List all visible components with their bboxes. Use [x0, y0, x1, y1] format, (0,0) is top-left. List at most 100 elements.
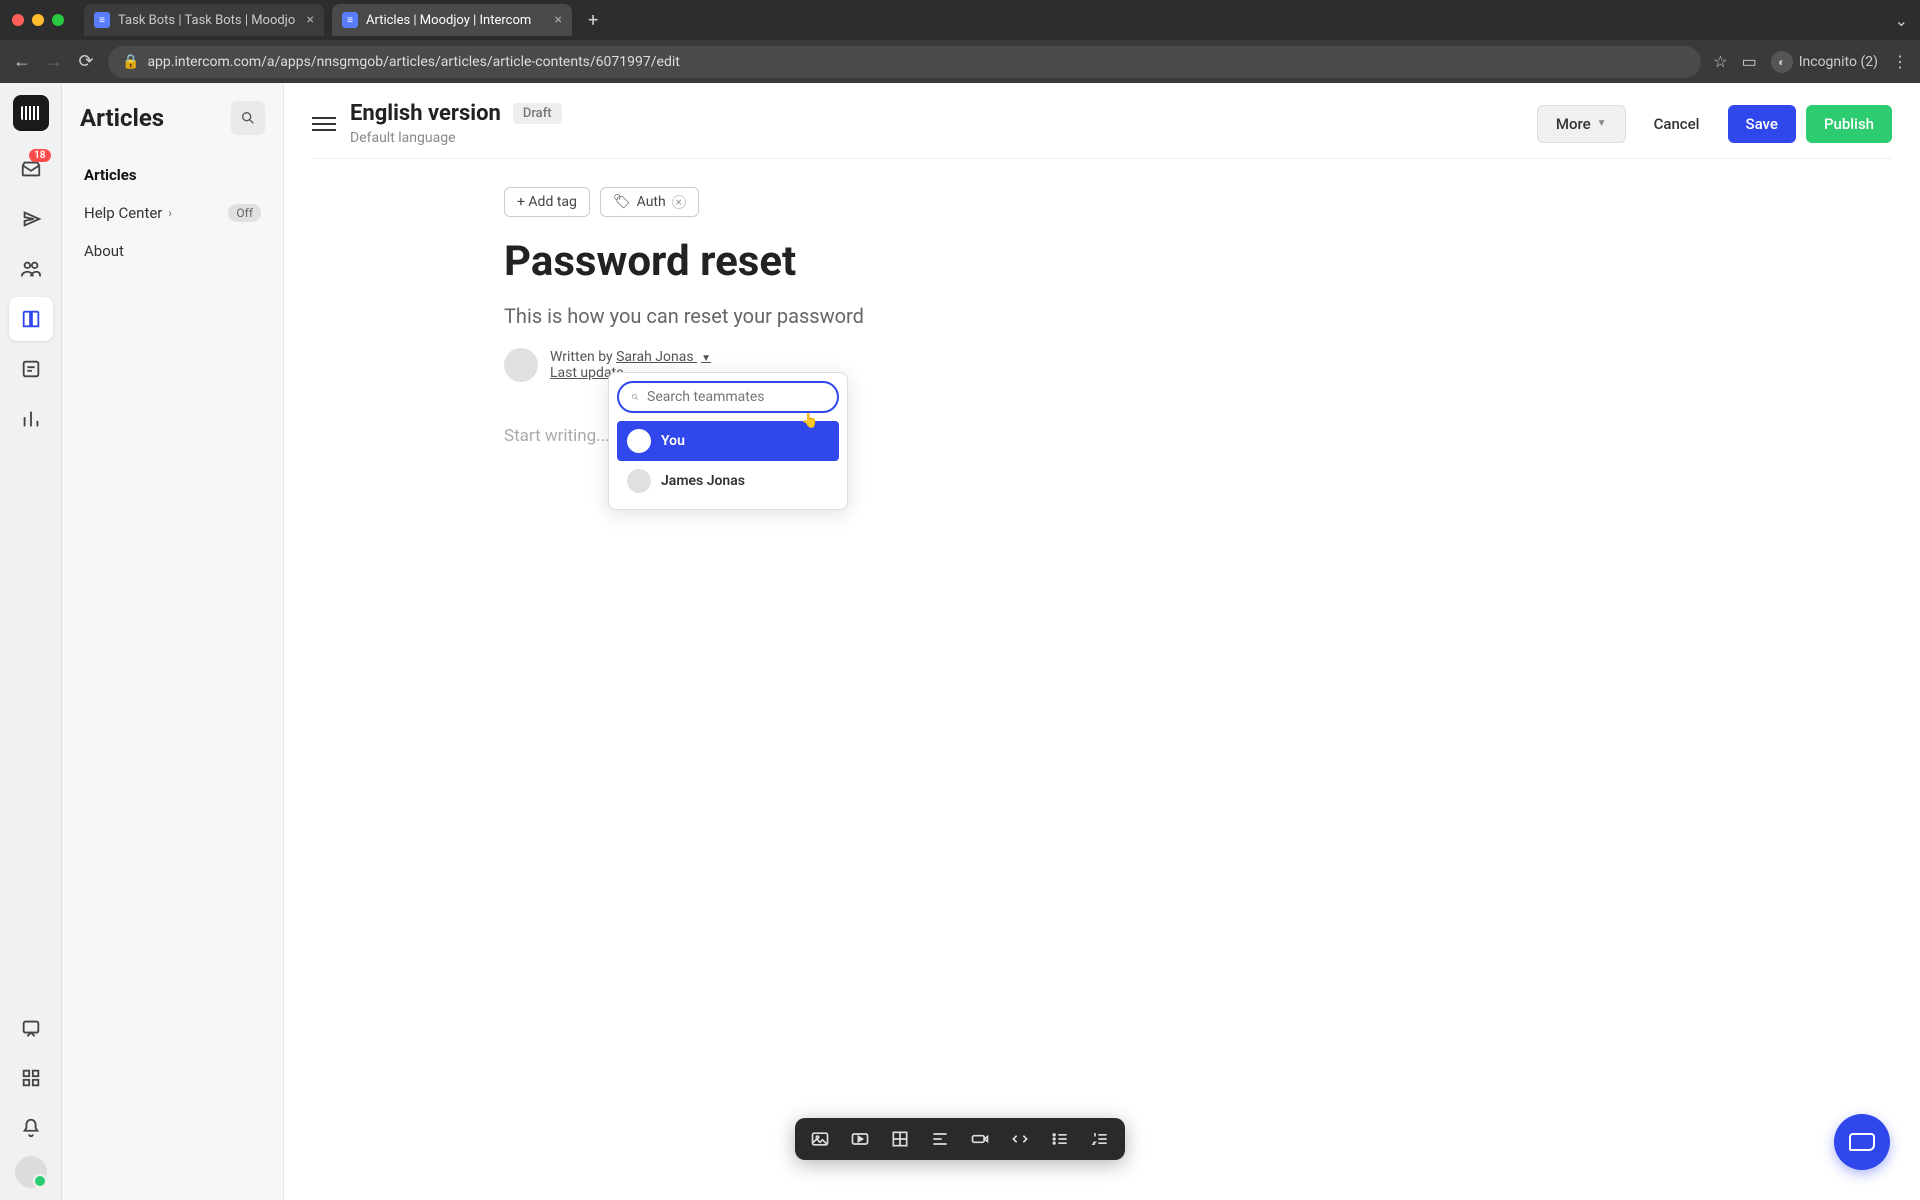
- browser-tab-1[interactable]: ≡ Task Bots | Task Bots | Moodjo ×: [84, 4, 324, 36]
- apps-nav[interactable]: [9, 1056, 53, 1100]
- tab-title: Task Bots | Task Bots | Moodjo: [118, 13, 295, 28]
- editor-subtitle: Default language: [350, 130, 562, 146]
- author-avatar: [504, 348, 538, 382]
- add-tag-button[interactable]: + Add tag: [504, 187, 590, 217]
- publish-button[interactable]: Publish: [1806, 105, 1892, 143]
- lock-icon: 🔒: [122, 54, 139, 70]
- window-minimize-icon[interactable]: [32, 14, 44, 26]
- teammate-search-input[interactable]: [647, 389, 825, 405]
- bookmark-icon[interactable]: ☆: [1713, 52, 1727, 71]
- icon-rail: 18: [0, 83, 62, 1200]
- tag-icon: 🏷: [613, 194, 631, 210]
- chevron-right-icon: ›: [168, 206, 172, 220]
- align-insert-icon[interactable]: [929, 1128, 951, 1150]
- window-maximize-icon[interactable]: [52, 14, 64, 26]
- user-avatar[interactable]: [15, 1156, 47, 1188]
- author-name: Sarah Jonas: [616, 349, 693, 365]
- teammate-search-field[interactable]: [617, 381, 839, 413]
- video-insert-icon[interactable]: [849, 1128, 871, 1150]
- outbound-nav[interactable]: [9, 197, 53, 241]
- toggle-sidebar-button[interactable]: [312, 117, 336, 131]
- numbered-list-icon[interactable]: [1089, 1128, 1111, 1150]
- contacts-nav[interactable]: [9, 247, 53, 291]
- teammate-name: You: [661, 433, 685, 449]
- window-close-icon[interactable]: [12, 14, 24, 26]
- browser-tab-2[interactable]: ≡ Articles | Moodjoy | Intercom ×: [332, 4, 572, 36]
- sidebar-title: Articles: [80, 104, 164, 132]
- author-picker[interactable]: Sarah Jonas ▼: [616, 349, 711, 365]
- reports-nav[interactable]: [9, 397, 53, 441]
- editor-toolbar: [795, 1118, 1125, 1160]
- cursor-icon: 👆: [801, 413, 818, 429]
- incognito-label: Incognito (2): [1799, 54, 1878, 70]
- url-field[interactable]: 🔒 app.intercom.com/a/apps/nnsgmgob/artic…: [108, 46, 1701, 78]
- sidebar: Articles Articles Help Center › Off Abou…: [62, 83, 284, 1200]
- teammate-option-you[interactable]: You 👆: [617, 421, 839, 461]
- tab-favicon-icon: ≡: [342, 12, 358, 28]
- browser-url-bar: ← → ⟳ 🔒 app.intercom.com/a/apps/nnsgmgob…: [0, 40, 1920, 83]
- browser-tab-bar: ≡ Task Bots | Task Bots | Moodjo × ≡ Art…: [0, 0, 1920, 40]
- author-row: Written by Sarah Jonas ▼ Last update: [504, 348, 1920, 382]
- extensions-icon[interactable]: ▭: [1742, 52, 1757, 71]
- messenger-nav[interactable]: [9, 1006, 53, 1050]
- editor-header: English version Draft Default language M…: [284, 83, 1920, 158]
- close-icon[interactable]: ×: [307, 12, 314, 28]
- forward-button[interactable]: →: [44, 51, 64, 72]
- button-label: More: [1556, 115, 1591, 133]
- articles-nav[interactable]: [9, 297, 53, 341]
- table-insert-icon[interactable]: [889, 1128, 911, 1150]
- main-content: English version Draft Default language M…: [284, 83, 1920, 1200]
- search-icon: [240, 110, 256, 126]
- sidebar-item-label: Help Center: [84, 204, 162, 222]
- back-button[interactable]: ←: [12, 51, 32, 72]
- browser-menu-icon[interactable]: ⋮: [1892, 52, 1908, 71]
- tab-favicon-icon: ≡: [94, 12, 110, 28]
- article-description-input[interactable]: This is how you can reset your password: [504, 304, 1920, 328]
- search-button[interactable]: [231, 101, 265, 135]
- app-logo[interactable]: [13, 95, 49, 131]
- teammate-name: James Jonas: [661, 473, 745, 489]
- save-button[interactable]: Save: [1728, 105, 1796, 143]
- bullet-list-icon[interactable]: [1049, 1128, 1071, 1150]
- sidebar-item-articles[interactable]: Articles: [74, 157, 271, 193]
- teammate-option-james[interactable]: James Jonas: [617, 461, 839, 501]
- window-controls: [12, 14, 64, 26]
- tag-label: Auth: [637, 194, 666, 210]
- remove-tag-icon[interactable]: ×: [672, 195, 686, 209]
- caret-down-icon: ▼: [1597, 118, 1607, 129]
- article-title-input[interactable]: Password reset: [504, 237, 1920, 286]
- incognito-icon: ◐: [1771, 51, 1793, 73]
- button-insert-icon[interactable]: [969, 1128, 991, 1150]
- sidebar-item-about[interactable]: About: [74, 233, 271, 269]
- status-badge: Off: [228, 204, 261, 222]
- inbox-nav[interactable]: 18: [9, 147, 53, 191]
- caret-down-icon: ▼: [701, 353, 711, 364]
- editor-title: English version: [350, 101, 501, 126]
- cancel-button[interactable]: Cancel: [1636, 105, 1718, 143]
- inbox-badge: 18: [29, 149, 50, 162]
- new-tab-button[interactable]: +: [580, 10, 606, 31]
- author-prefix: Written by: [550, 349, 616, 365]
- url-text: app.intercom.com/a/apps/nnsgmgob/article…: [147, 54, 679, 70]
- avatar-icon: [627, 429, 651, 453]
- sidebar-item-label: Articles: [84, 166, 137, 184]
- intercom-launcher[interactable]: [1834, 1114, 1890, 1170]
- browser-chrome: ≡ Task Bots | Task Bots | Moodjo × ≡ Art…: [0, 0, 1920, 83]
- teammate-dropdown: You 👆 James Jonas: [608, 372, 848, 510]
- code-insert-icon[interactable]: [1009, 1128, 1031, 1150]
- operators-nav[interactable]: [9, 347, 53, 391]
- incognito-indicator: ◐ Incognito (2): [1771, 51, 1878, 73]
- tab-overflow-icon[interactable]: ⌄: [1895, 11, 1908, 30]
- sidebar-item-label: About: [84, 242, 124, 260]
- intercom-icon: [1849, 1133, 1875, 1151]
- tag-chip[interactable]: 🏷 Auth ×: [600, 187, 699, 217]
- close-icon[interactable]: ×: [555, 12, 562, 28]
- image-insert-icon[interactable]: [809, 1128, 831, 1150]
- sidebar-item-help-center[interactable]: Help Center › Off: [74, 195, 271, 231]
- tab-title: Articles | Moodjoy | Intercom: [366, 13, 531, 28]
- reload-button[interactable]: ⟳: [76, 51, 96, 72]
- divider: [312, 158, 1892, 159]
- tags-row: + Add tag 🏷 Auth ×: [504, 187, 1920, 217]
- more-button[interactable]: More ▼: [1537, 105, 1626, 143]
- notifications-nav[interactable]: [9, 1106, 53, 1150]
